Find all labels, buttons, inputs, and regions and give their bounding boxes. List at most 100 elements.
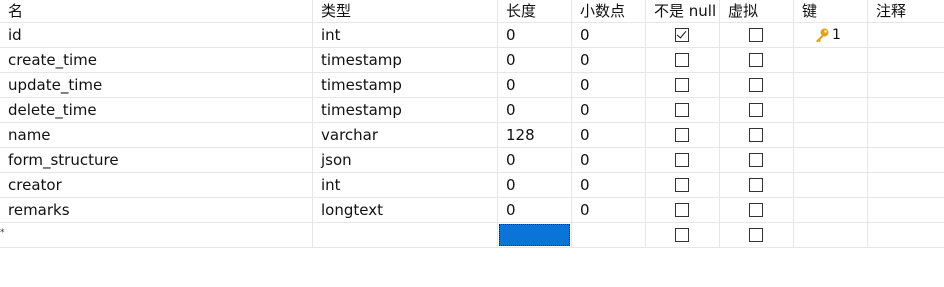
selected-cell-highlight xyxy=(499,224,570,246)
field-type-cell[interactable]: timestamp xyxy=(313,48,498,72)
not-null-checkbox[interactable] xyxy=(675,128,689,142)
field-key-cell[interactable] xyxy=(794,48,868,72)
field-length-cell[interactable]: 0 xyxy=(498,48,572,72)
field-name-cell[interactable]: name xyxy=(0,123,313,147)
field-type-cell[interactable]: int xyxy=(313,23,498,47)
table-row[interactable]: form_structure json 0 0 xyxy=(0,148,944,173)
header-length[interactable]: 长度 xyxy=(498,0,572,22)
field-length-cell[interactable]: 0 xyxy=(498,148,572,172)
field-name-cell[interactable]: id xyxy=(0,23,313,47)
virtual-cell xyxy=(720,48,794,72)
new-row[interactable]: * xyxy=(0,223,944,248)
virtual-checkbox[interactable] xyxy=(749,78,763,92)
field-name-cell[interactable]: creator xyxy=(0,173,313,197)
virtual-checkbox[interactable] xyxy=(749,53,763,67)
field-length-cell[interactable]: 0 xyxy=(498,173,572,197)
field-length-cell[interactable]: 0 xyxy=(498,73,572,97)
table-header: 名 类型 长度 小数点 不是 null 虚拟 键 注释 xyxy=(0,0,944,23)
field-comment-cell[interactable] xyxy=(868,148,944,172)
virtual-checkbox[interactable] xyxy=(749,103,763,117)
new-row-key-cell[interactable] xyxy=(794,223,868,247)
header-virtual[interactable]: 虚拟 xyxy=(720,0,794,22)
primary-key-indicator: 1 xyxy=(814,26,841,44)
field-type-cell[interactable]: longtext xyxy=(313,198,498,222)
header-type[interactable]: 类型 xyxy=(313,0,498,22)
header-not-null[interactable]: 不是 null xyxy=(646,0,720,22)
new-row-virtual-cell xyxy=(720,223,794,247)
field-decimals-cell[interactable]: 0 xyxy=(572,123,646,147)
field-key-cell[interactable] xyxy=(794,173,868,197)
field-name-cell[interactable]: create_time xyxy=(0,48,313,72)
field-comment-cell[interactable] xyxy=(868,73,944,97)
header-key[interactable]: 键 xyxy=(794,0,868,22)
not-null-checkbox[interactable] xyxy=(675,153,689,167)
field-decimals-cell[interactable]: 0 xyxy=(572,23,646,47)
virtual-checkbox[interactable] xyxy=(749,153,763,167)
not-null-cell xyxy=(646,173,720,197)
not-null-checkbox[interactable] xyxy=(675,103,689,117)
field-length-cell[interactable]: 128 xyxy=(498,123,572,147)
virtual-checkbox[interactable] xyxy=(749,28,763,42)
field-key-cell[interactable] xyxy=(794,148,868,172)
not-null-checkbox[interactable] xyxy=(675,178,689,192)
field-key-cell[interactable]: 1 xyxy=(794,23,868,47)
not-null-cell xyxy=(646,73,720,97)
field-comment-cell[interactable] xyxy=(868,98,944,122)
new-row-type-cell[interactable] xyxy=(313,223,498,247)
field-length-cell[interactable]: 0 xyxy=(498,198,572,222)
not-null-checkbox[interactable] xyxy=(675,78,689,92)
field-type-cell[interactable]: int xyxy=(313,173,498,197)
field-comment-cell[interactable] xyxy=(868,173,944,197)
field-length-cell[interactable]: 0 xyxy=(498,23,572,47)
not-null-cell xyxy=(646,198,720,222)
table-row[interactable]: delete_time timestamp 0 0 xyxy=(0,98,944,123)
header-decimals[interactable]: 小数点 xyxy=(572,0,646,22)
virtual-checkbox[interactable] xyxy=(749,203,763,217)
field-key-cell[interactable] xyxy=(794,198,868,222)
field-decimals-cell[interactable]: 0 xyxy=(572,173,646,197)
table-row[interactable]: create_time timestamp 0 0 xyxy=(0,48,944,73)
header-name[interactable]: 名 xyxy=(0,0,313,22)
field-key-cell[interactable] xyxy=(794,123,868,147)
header-comment[interactable]: 注释 xyxy=(868,0,944,22)
virtual-checkbox[interactable] xyxy=(749,128,763,142)
field-key-cell[interactable] xyxy=(794,73,868,97)
field-comment-cell[interactable] xyxy=(868,23,944,47)
field-type-cell[interactable]: timestamp xyxy=(313,73,498,97)
field-decimals-cell[interactable]: 0 xyxy=(572,98,646,122)
field-name-cell[interactable]: update_time xyxy=(0,73,313,97)
field-length-cell[interactable]: 0 xyxy=(498,98,572,122)
field-name-cell[interactable]: remarks xyxy=(0,198,313,222)
new-row-comment-cell[interactable] xyxy=(868,223,944,247)
field-type-cell[interactable]: varchar xyxy=(313,123,498,147)
field-name-cell[interactable]: form_structure xyxy=(0,148,313,172)
field-decimals-cell[interactable]: 0 xyxy=(572,198,646,222)
virtual-cell xyxy=(720,98,794,122)
fields-table: 名 类型 长度 小数点 不是 null 虚拟 键 注释 id int 0 0 1 crea… xyxy=(0,0,944,248)
virtual-checkbox[interactable] xyxy=(749,228,763,242)
field-comment-cell[interactable] xyxy=(868,48,944,72)
new-row-decimals-cell[interactable] xyxy=(572,223,646,247)
table-row[interactable]: creator int 0 0 xyxy=(0,173,944,198)
new-row-length-cell[interactable] xyxy=(498,223,572,247)
field-decimals-cell[interactable]: 0 xyxy=(572,73,646,97)
field-type-cell[interactable]: timestamp xyxy=(313,98,498,122)
not-null-checkbox[interactable] xyxy=(675,228,689,242)
field-comment-cell[interactable] xyxy=(868,198,944,222)
new-row-name-cell[interactable] xyxy=(0,223,313,247)
field-key-cell[interactable] xyxy=(794,98,868,122)
key-icon xyxy=(816,28,829,43)
virtual-checkbox[interactable] xyxy=(749,178,763,192)
field-decimals-cell[interactable]: 0 xyxy=(572,48,646,72)
not-null-checkbox[interactable] xyxy=(675,28,689,42)
not-null-checkbox[interactable] xyxy=(675,53,689,67)
field-type-cell[interactable]: json xyxy=(313,148,498,172)
field-name-cell[interactable]: delete_time xyxy=(0,98,313,122)
table-row[interactable]: name varchar 128 0 xyxy=(0,123,944,148)
field-comment-cell[interactable] xyxy=(868,123,944,147)
table-row[interactable]: id int 0 0 1 xyxy=(0,23,944,48)
not-null-checkbox[interactable] xyxy=(675,203,689,217)
table-row[interactable]: remarks longtext 0 0 xyxy=(0,198,944,223)
field-decimals-cell[interactable]: 0 xyxy=(572,148,646,172)
table-row[interactable]: update_time timestamp 0 0 xyxy=(0,73,944,98)
